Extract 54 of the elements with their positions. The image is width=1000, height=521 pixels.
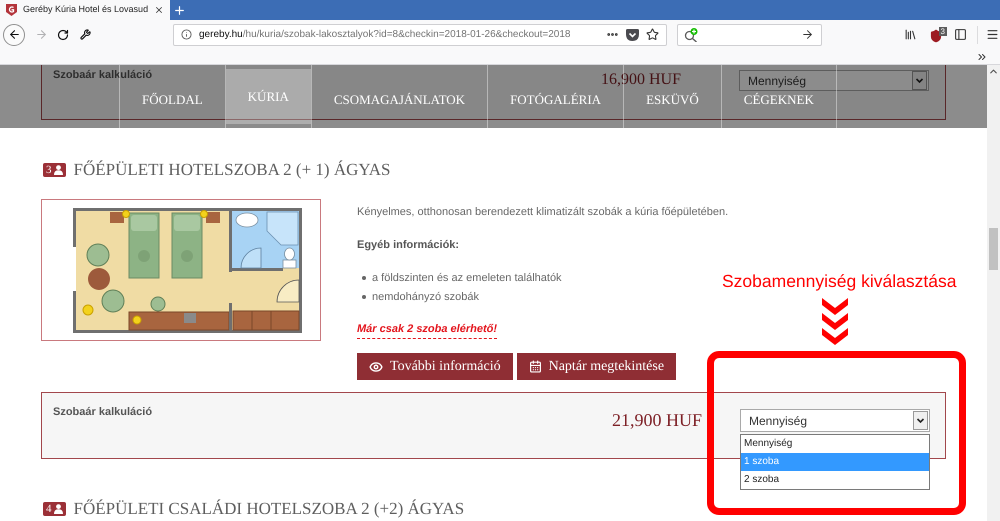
room-number: 3 <box>46 164 52 176</box>
room-title: FŐÉPÜLETI CSALÁDI HOTELSZOBA 2 (+2) ÁGYAS <box>74 499 464 519</box>
caret-icon <box>912 71 927 90</box>
info-icon[interactable] <box>181 29 192 40</box>
info-heading: Egyéb információk: <box>357 238 460 253</box>
person-icon <box>54 504 62 514</box>
chevron-shield-icon[interactable] <box>626 28 639 40</box>
room-action-button[interactable]: Naptár megtekintése <box>516 353 676 380</box>
nav-link[interactable]: CSOMAGAJÁNLATOK <box>334 92 466 106</box>
back-button[interactable] <box>3 24 25 46</box>
scrollbar-thumb[interactable] <box>989 228 998 270</box>
room-number: 4 <box>46 503 52 515</box>
availability-notice: Már csak 2 szoba elérhető! <box>357 321 498 339</box>
bullet-icon <box>362 294 366 298</box>
search-field[interactable] <box>677 24 822 46</box>
quantity-select[interactable]: Mennyiség <box>739 70 929 91</box>
star-icon[interactable] <box>646 28 659 41</box>
annotation-text: Szobamennyiség kiválasztása <box>722 270 956 292</box>
nav-link[interactable]: CÉGEKNEK <box>744 92 814 106</box>
bullet-icon <box>362 276 366 280</box>
triple-chevron-icon <box>822 298 848 345</box>
arrow-right-icon[interactable] <box>801 28 814 41</box>
calculation-label: Szobaár kalkuláció <box>53 68 154 82</box>
feature-text: nemdohányzó szobák <box>372 290 480 304</box>
room-action-button[interactable]: További információ <box>357 353 513 380</box>
calendar-icon <box>528 360 542 373</box>
library-icon[interactable] <box>904 28 917 41</box>
room-title: FŐÉPÜLETI HOTELSZOBA 2 (+ 1) ÁGYAS <box>74 160 390 180</box>
nav-link[interactable]: FŐOLDAL <box>142 92 203 106</box>
nav-link[interactable]: ESKÜVŐ <box>646 92 699 106</box>
nav-link[interactable]: FOTÓGALÉRIA <box>510 92 602 106</box>
room-price: 16,900 HUF <box>600 71 681 89</box>
reload-icon[interactable] <box>57 28 69 40</box>
caret-icon <box>913 411 928 430</box>
extension-count: 3 <box>938 26 947 36</box>
person-icon <box>54 165 62 175</box>
wrench-icon[interactable] <box>80 29 91 40</box>
quantity-select[interactable]: Mennyiség <box>740 409 930 432</box>
feature-text: a földszinten és az emeleten találhatók <box>372 270 562 286</box>
dropdown-option[interactable]: 1 szoba <box>741 453 929 471</box>
url-field[interactable]: gereby.hu/hu/kuria/szobak-lakosztalyok?id=8&checkin=2018-01-26&checkout=2018 <box>173 24 667 46</box>
sidebar-icon[interactable] <box>954 28 967 41</box>
menu-icon[interactable] <box>986 28 999 41</box>
arrow-left-icon <box>8 28 20 41</box>
crest-icon <box>6 4 17 16</box>
room-description: Kényelmes, otthonosan berendezett klimatizált szobák a kúria főépületében. <box>357 205 728 220</box>
search-icon <box>684 28 698 42</box>
room-price: 21,900 HUF <box>612 410 702 430</box>
new-tab-icon[interactable] <box>173 4 186 16</box>
close-icon[interactable] <box>154 5 164 15</box>
eye-icon <box>369 360 383 374</box>
browser-tab[interactable]: Geréby Kúria Hotel és Lovasud <box>0 0 170 20</box>
calculation-label: Szobaár kalkuláció <box>53 405 154 419</box>
shield-icon[interactable] <box>929 28 943 42</box>
